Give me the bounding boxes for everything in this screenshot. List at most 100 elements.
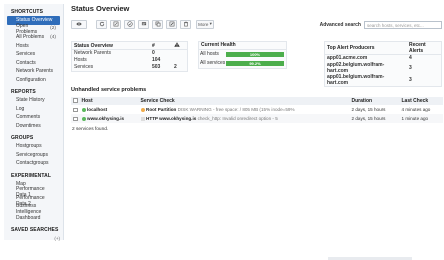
service-output: check_http: Invalid onredirect option - … [197, 115, 278, 121]
comment-button[interactable] [138, 19, 149, 29]
health-row-hosts: All hosts 100% [199, 50, 286, 59]
last-check-cell: 1 minute ago [399, 114, 443, 123]
refresh-icon [99, 21, 104, 27]
add-saved-search-button[interactable]: (+) [54, 236, 60, 241]
sidebar-item-hosts[interactable]: Hosts [7, 42, 60, 51]
sidebar-item-label: Servicegroups [16, 151, 48, 158]
table-row[interactable]: www.okhysing.is HTTP www.okhysing.is che… [71, 114, 443, 123]
search-input[interactable] [364, 21, 442, 29]
status-row-count: 104 [152, 57, 161, 63]
sidebar-item-log[interactable]: Log [7, 105, 60, 114]
alert-producer-row[interactable]: app01.acme.com 4 [325, 55, 441, 62]
duration-cell: 2 days, 15 hours [349, 105, 400, 114]
status-row-problems: 2 [174, 64, 177, 70]
host-link[interactable]: localhost [87, 107, 107, 112]
row-checkbox[interactable] [73, 107, 78, 113]
service-link[interactable]: Root Partition [146, 107, 176, 112]
sidebar-item-hostgroups[interactable]: Hostgroups [7, 142, 60, 151]
current-health-header: Current Health [199, 42, 286, 50]
sidebar-item-state-history[interactable]: State History [7, 96, 60, 105]
sidebar-item-services[interactable]: Services [7, 50, 60, 59]
sidebar-item-servicegroups[interactable]: Servicegroups [7, 151, 60, 160]
delete-button[interactable] [180, 19, 191, 29]
sidebar-item-label: Comments [16, 114, 41, 121]
sidebar-section-reports: REPORTS State History Log Comments Downt… [4, 84, 63, 130]
service-column-header[interactable]: Service Check [138, 97, 350, 105]
view-toggle-button[interactable] [71, 19, 87, 29]
sidebar-section-saved-searches: SAVED SEARCHES [4, 222, 63, 233]
copy-icon [155, 21, 160, 27]
current-health-box: Current Health All hosts 100% All servic… [198, 41, 287, 69]
main-content: Status Overview More ▾ Advanced search s… [71, 4, 443, 132]
table-row[interactable]: localhost Root Partition DISK WARNING - … [71, 105, 443, 114]
sidebar-item-downtimes[interactable]: Downtimes [7, 122, 60, 131]
host-up-icon [81, 107, 86, 113]
sidebar-item-label: Contactgroups [16, 160, 49, 167]
more-label: More [198, 21, 209, 27]
sidebar-item-label: State History [16, 97, 45, 104]
sidebar-heading-reports: REPORTS [11, 89, 36, 95]
row-select-cell [71, 114, 80, 123]
sidebar-item-business-intelligence[interactable]: Business Intelligence [7, 203, 60, 216]
recent-alerts-header: Recent Alerts [407, 42, 441, 55]
service-unknown-icon [140, 116, 145, 122]
refresh-button[interactable] [96, 19, 107, 29]
select-all-checkbox[interactable] [73, 98, 78, 103]
status-row-hosts[interactable]: Hosts 104 [72, 57, 187, 64]
status-row-label: Hosts [74, 57, 87, 63]
advanced-search: Advanced search [320, 21, 442, 29]
status-overview-box: Status Overview # Network Parents 0 Host… [71, 41, 188, 72]
status-row-problems [172, 50, 187, 57]
health-label: All hosts [200, 51, 219, 57]
sidebar-item-label: Open Problems [16, 22, 38, 35]
chevron-down-icon: ▾ [208, 21, 212, 26]
sidebar-section-experimental: EXPERIMENTAL Map Performance Data 1 Perf… [4, 168, 63, 223]
sidebar-item-configuration[interactable]: Configuration [7, 76, 60, 85]
service-warning-icon [140, 107, 145, 113]
sidebar-item-contactgroups[interactable]: Contactgroups [7, 159, 60, 168]
pencil-icon [169, 21, 174, 27]
warning-header [172, 42, 187, 50]
edit-icon [113, 21, 118, 27]
top-alert-producers-box: Top Alert Producers Recent Alerts app01.… [324, 41, 442, 87]
sidebar-item-label: Network Parents [16, 68, 53, 75]
edit-button[interactable] [110, 19, 121, 29]
duration-column-header[interactable]: Duration [349, 97, 400, 105]
service-cell: Root Partition DISK WARNING - free space… [138, 105, 350, 114]
alert-producer-host: app01.acme.com [327, 55, 368, 62]
alert-producer-row[interactable]: app02.belgium.wolfram-hart.com 3 [325, 62, 441, 74]
modify-button[interactable] [166, 19, 177, 29]
health-label: All services [200, 60, 226, 66]
status-row-count: 503 [152, 64, 161, 70]
sidebar-item-comments[interactable]: Comments [7, 113, 60, 122]
last-check-column-header[interactable]: Last Check [399, 97, 443, 105]
sidebar-item-contacts[interactable]: Contacts [7, 59, 60, 68]
acknowledge-button[interactable] [124, 19, 135, 29]
alert-producer-count: 3 [409, 64, 412, 71]
toolbar: More ▾ [71, 19, 214, 29]
sidebar-item-label: Hosts [16, 42, 29, 49]
problems-table: Host Service Check Duration Last Check l… [71, 97, 443, 123]
sidebar-item-label: Business Intelligence [16, 203, 42, 216]
summary-panel: Status Overview # Network Parents 0 Host… [71, 41, 442, 87]
more-dropdown[interactable]: More ▾ [196, 19, 214, 29]
sidebar-item-network-parents[interactable]: Network Parents [7, 67, 60, 76]
sidebar-item-all-problems[interactable]: All Problems (4) [7, 33, 60, 42]
alert-producer-row[interactable]: app01.belgium.wolfram-hart.com 3 [325, 74, 441, 86]
sidebar-item-label: Downtimes [16, 122, 41, 129]
select-all-header [71, 97, 80, 105]
status-row-label: Network Parents [74, 50, 111, 57]
service-cell: HTTP www.okhysing.is check_http: Invalid… [138, 114, 350, 123]
comment-icon [141, 22, 146, 26]
sidebar-item-count: (2) [50, 26, 56, 32]
duration-cell: 2 days, 15 hours [349, 114, 400, 123]
row-checkbox[interactable] [73, 116, 78, 122]
copy-button[interactable] [152, 19, 163, 29]
status-row-services[interactable]: Services 503 2 [72, 64, 187, 71]
sidebar-item-label: Contacts [16, 59, 36, 66]
status-row-network-parents[interactable]: Network Parents 0 [72, 50, 187, 57]
host-link[interactable]: www.okhysing.is [87, 116, 124, 121]
sidebar-item-open-problems[interactable]: Open Problems (2) [7, 22, 60, 35]
service-link[interactable]: HTTP www.okhysing.is [146, 116, 196, 121]
host-column-header[interactable]: Host [79, 97, 139, 105]
